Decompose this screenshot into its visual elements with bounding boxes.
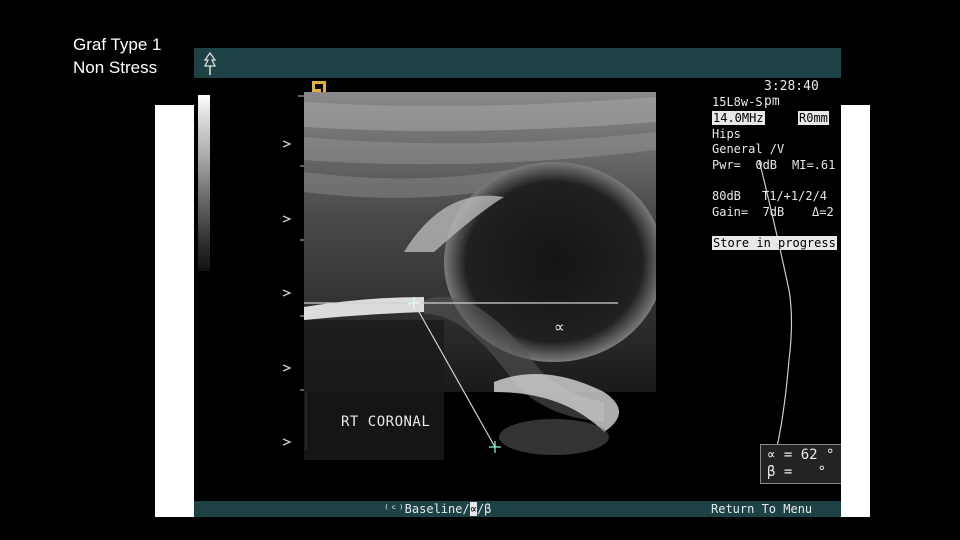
alpha-symbol: ∝ xyxy=(554,318,565,336)
top-bar xyxy=(194,48,841,78)
gain-readout: Gain= 7dB xyxy=(712,205,785,219)
dynamic-range-readout: 80dB xyxy=(712,189,741,203)
depth-readout: R0mm xyxy=(798,111,829,125)
mode-readout: General /V xyxy=(712,142,785,156)
image-label: RT CORONAL xyxy=(341,414,431,430)
store-status: Store in progress xyxy=(712,236,837,251)
power-readout: Pwr= 0dB xyxy=(712,158,778,172)
baseline-suffix: /β xyxy=(476,502,492,516)
frequency-value: 14.0MHz xyxy=(712,111,765,125)
tree-logo-icon xyxy=(203,52,217,75)
delta-readout: Δ=2 xyxy=(812,205,834,219)
grayscale-bar xyxy=(198,95,210,271)
ultrasound-image xyxy=(304,92,656,460)
store-status-text: Store in progress xyxy=(712,236,837,250)
probe-readout: 15L8w-S xyxy=(712,95,763,109)
persist-readout: T1/+1/2/4 xyxy=(762,189,828,203)
preset-readout: Hips xyxy=(712,127,741,141)
beta-angle: β = ° xyxy=(767,464,827,480)
lower-cursor-icon xyxy=(489,441,501,453)
return-to-menu-button[interactable]: Return To Menu xyxy=(711,502,812,516)
baseline-menu-item[interactable]: ⁽ᶜ⁾Baseline/∝/β xyxy=(383,502,491,516)
slide-title-line1: Graf Type 1 xyxy=(73,35,162,54)
alpha-angle: ∝ = 62 ° xyxy=(767,447,835,463)
ultrasound-screen: ∝ RT CORONAL 3:28:40 pm 15L8w-S 14.0MHz … xyxy=(194,48,841,517)
angle-results-box: ∝ = 62 ° β = ° xyxy=(760,444,841,484)
frequency-readout: 14.0MHz xyxy=(712,111,765,126)
baseline-alpha-selected[interactable]: ∝ xyxy=(469,502,477,516)
clock: 3:28:40 pm xyxy=(764,79,819,109)
bottom-menu-bar: ⁽ᶜ⁾Baseline/∝/β Return To Menu xyxy=(194,501,841,517)
baseline-prefix: ⁽ᶜ⁾Baseline/ xyxy=(383,502,470,516)
mi-readout: MI=.61 xyxy=(792,158,836,172)
slide-title-line2: Non Stress xyxy=(73,58,158,77)
slide-title: Graf Type 1 Non Stress xyxy=(73,33,162,79)
